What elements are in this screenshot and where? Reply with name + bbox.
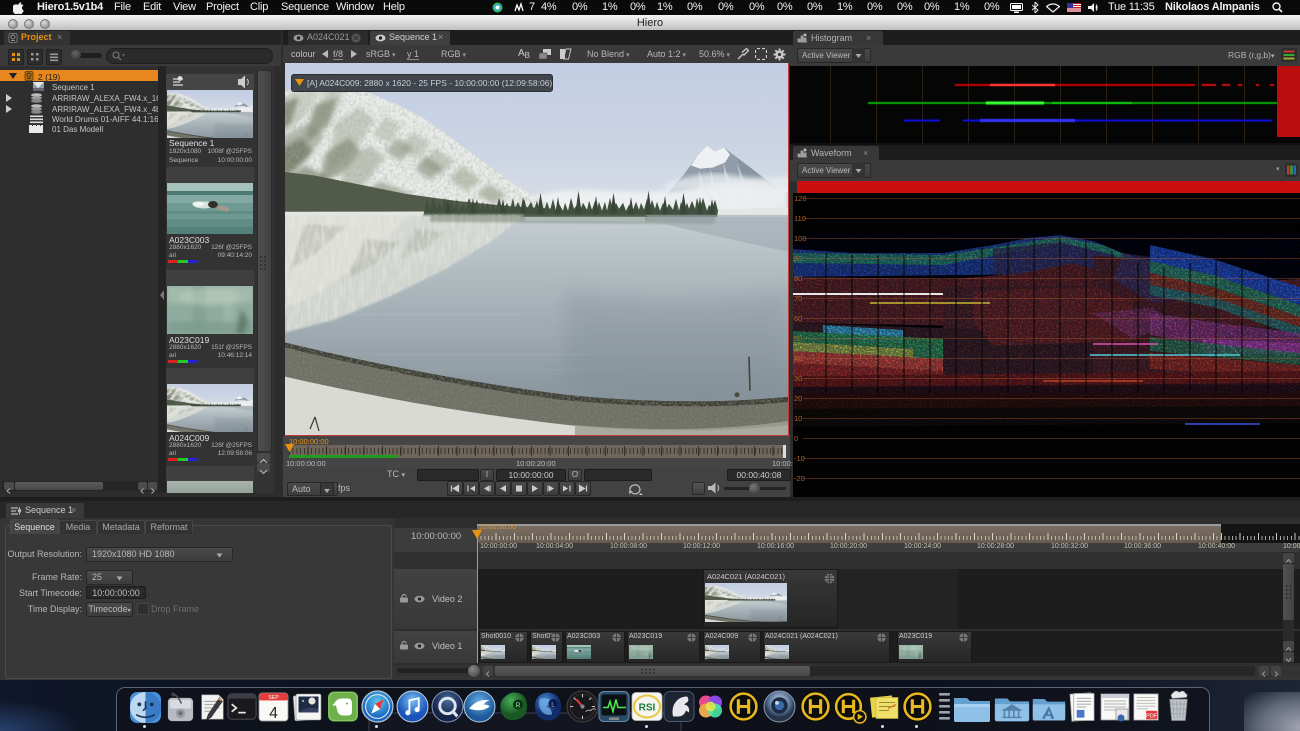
svg-text:10: 10 <box>794 414 802 423</box>
svg-text:-10: -10 <box>794 454 805 463</box>
svg-text:0: 0 <box>794 434 798 443</box>
svg-text:20: 20 <box>794 394 802 403</box>
svg-text:PDF: PDF <box>1146 713 1158 719</box>
svg-text:R: R <box>515 703 520 710</box>
svg-text:SEP: SEP <box>268 695 279 701</box>
svg-text:L: L <box>551 702 555 709</box>
svg-text:-20: -20 <box>794 474 805 483</box>
svg-text:40: 40 <box>794 354 802 363</box>
svg-text:RSI: RSI <box>639 703 656 714</box>
svg-text:4: 4 <box>269 705 278 722</box>
svg-text:110: 110 <box>794 214 806 223</box>
svg-text:120: 120 <box>794 194 807 203</box>
svg-text:60: 60 <box>794 314 802 323</box>
svg-text:30: 30 <box>794 374 802 383</box>
svg-text:70: 70 <box>794 294 802 303</box>
svg-text:100: 100 <box>794 234 807 243</box>
svg-text:90: 90 <box>794 254 802 263</box>
svg-text:80: 80 <box>794 274 802 283</box>
svg-text:50: 50 <box>794 334 802 343</box>
